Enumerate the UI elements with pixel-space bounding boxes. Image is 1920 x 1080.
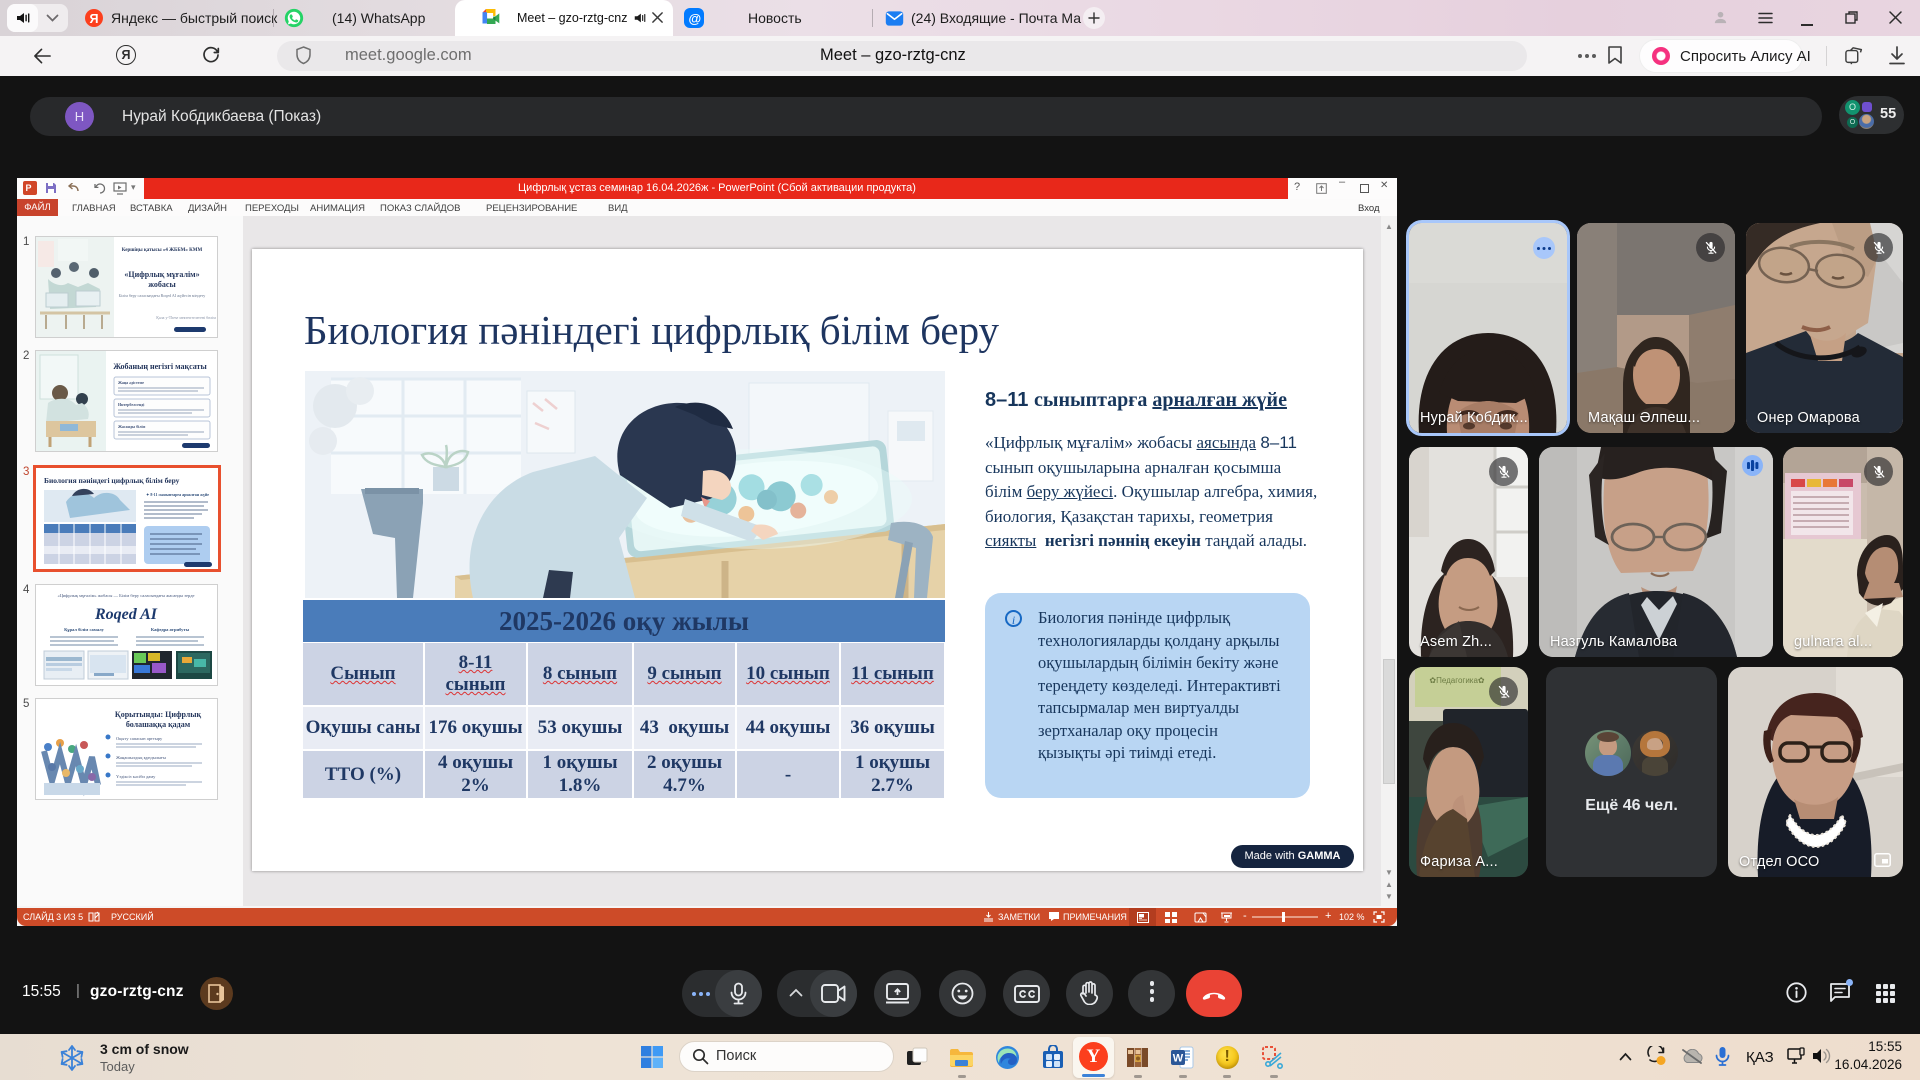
svg-text:Қорытынды: Цифрлық: Қорытынды: Цифрлық [115,710,202,719]
svg-text:✦ 8-11 сыныптарға арналған жүй: ✦ 8-11 сыныптарға арналған жүйе [146,492,209,497]
svg-text:Биология пәніндегі цифрлық біл: Биология пәніндегі цифрлық білім беру [44,476,180,485]
svg-text:«Цифрлық мұғалім» жобасы — Біл: «Цифрлық мұғалім» жобасы — Білім беру са… [58,593,195,598]
svg-text:Кафедра атрибуты: Кафедра атрибуты [151,627,190,632]
svg-text:Білім беру саласындағы Roqed A: Білім беру саласындағы Roqed AI жүйесін … [119,293,205,298]
svg-text:✿Педагогика✿: ✿Педагогика✿ [1429,676,1485,685]
svg-text:Үздіксіз кәсіби даму: Үздіксіз кәсіби даму [116,774,156,779]
svg-text:Оқыту сапасын арттыру: Оқыту сапасын арттыру [116,736,163,741]
svg-text:Жобаның негізгі мақсаты: Жобаның негізгі мақсаты [113,362,207,371]
svg-text:W: W [1173,1053,1184,1065]
svg-text:Интербелсенді: Интербелсенді [118,402,145,407]
svg-text:Құрал білім самалу: Құрал білім самалу [64,627,105,632]
svg-text:Қала у-These мектептелегені бө: Қала у-These мектептелегені бөлім [156,315,216,320]
svg-text:Кершіңы қатысы «4 ЖББМ» КММ: Кершіңы қатысы «4 ЖББМ» КММ [122,248,203,253]
svg-text:Жаңашылдық құндылығы: Жаңашылдық құндылығы [116,755,166,760]
svg-text:Жасанды білім: Жасанды білім [118,424,146,429]
svg-text:Жаңа әдістеме: Жаңа әдістеме [118,380,144,385]
svg-text:Roqed AI: Roqed AI [94,606,158,623]
svg-text:«Цифрлық мұғалім»: «Цифрлық мұғалім» [124,270,199,279]
svg-text:болашаққа қадам: болашаққа қадам [126,720,191,729]
svg-text:жобасы: жобасы [148,280,176,289]
